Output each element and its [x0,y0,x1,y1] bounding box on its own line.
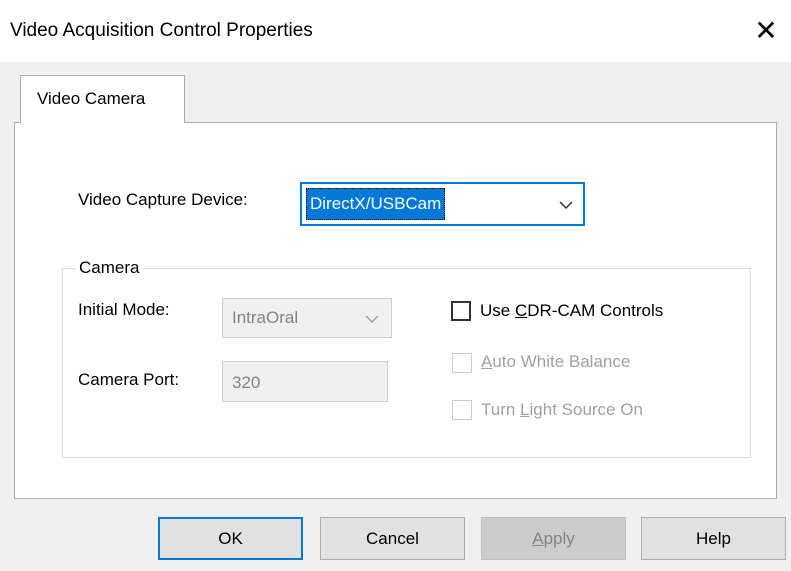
initial-mode-label: Initial Mode: [78,300,170,319]
use-cdr-cam-checkbox[interactable] [451,301,471,321]
help-button-label: Help [696,528,731,548]
camera-port-value: 320 [232,373,261,392]
title-bar: Video Acquisition Control Properties ✕ [0,0,791,62]
close-icon: ✕ [754,15,778,46]
tab-video-camera[interactable]: Video Camera [20,75,185,123]
ok-button[interactable]: OK [158,517,303,560]
label-part: Use [480,301,515,320]
label-part: uto White Balance [492,352,631,371]
label-part: ight Source On [529,400,643,419]
close-button[interactable]: ✕ [749,14,783,48]
camera-groupbox [62,268,751,458]
apply-button-label: Apply [532,529,575,549]
camera-port-field[interactable]: 320 [222,361,388,402]
initial-mode-dropdown[interactable]: IntraOral [222,298,392,338]
use-cdr-cam-label[interactable]: Use CDR-CAM Controls [480,301,663,321]
turn-light-source-checkbox[interactable] [452,400,472,420]
accelerator-key: A [481,352,493,371]
tab-label: Video Camera [37,89,146,108]
cancel-button-label: Cancel [366,528,419,548]
chevron-down-icon [559,201,573,210]
camera-group-label: Camera [76,258,143,278]
accelerator-key: L [520,400,530,419]
turn-light-source-label[interactable]: Turn Light Source On [481,400,643,420]
label-part: pply [543,528,575,548]
accelerator-key: A [532,528,544,548]
apply-button[interactable]: Apply [481,517,626,560]
chevron-down-icon [365,315,379,324]
camera-port-label: Camera Port: [78,370,180,389]
cancel-button[interactable]: Cancel [320,517,465,560]
help-button[interactable]: Help [641,517,786,560]
window-title: Video Acquisition Control Properties [10,20,313,41]
auto-white-balance-checkbox[interactable] [452,353,472,373]
initial-mode-value: IntraOral [232,308,299,327]
capture-device-dropdown[interactable]: DirectX/USBCam [300,182,585,226]
capture-device-label: Video Capture Device: [78,190,248,209]
auto-white-balance-label[interactable]: Auto White Balance [481,352,630,372]
accelerator-key: C [514,301,528,320]
label-part: Turn [481,400,521,419]
capture-device-value: DirectX/USBCam [306,188,446,220]
label-part: DR-CAM Controls [527,301,664,320]
ok-button-label: OK [218,528,243,548]
